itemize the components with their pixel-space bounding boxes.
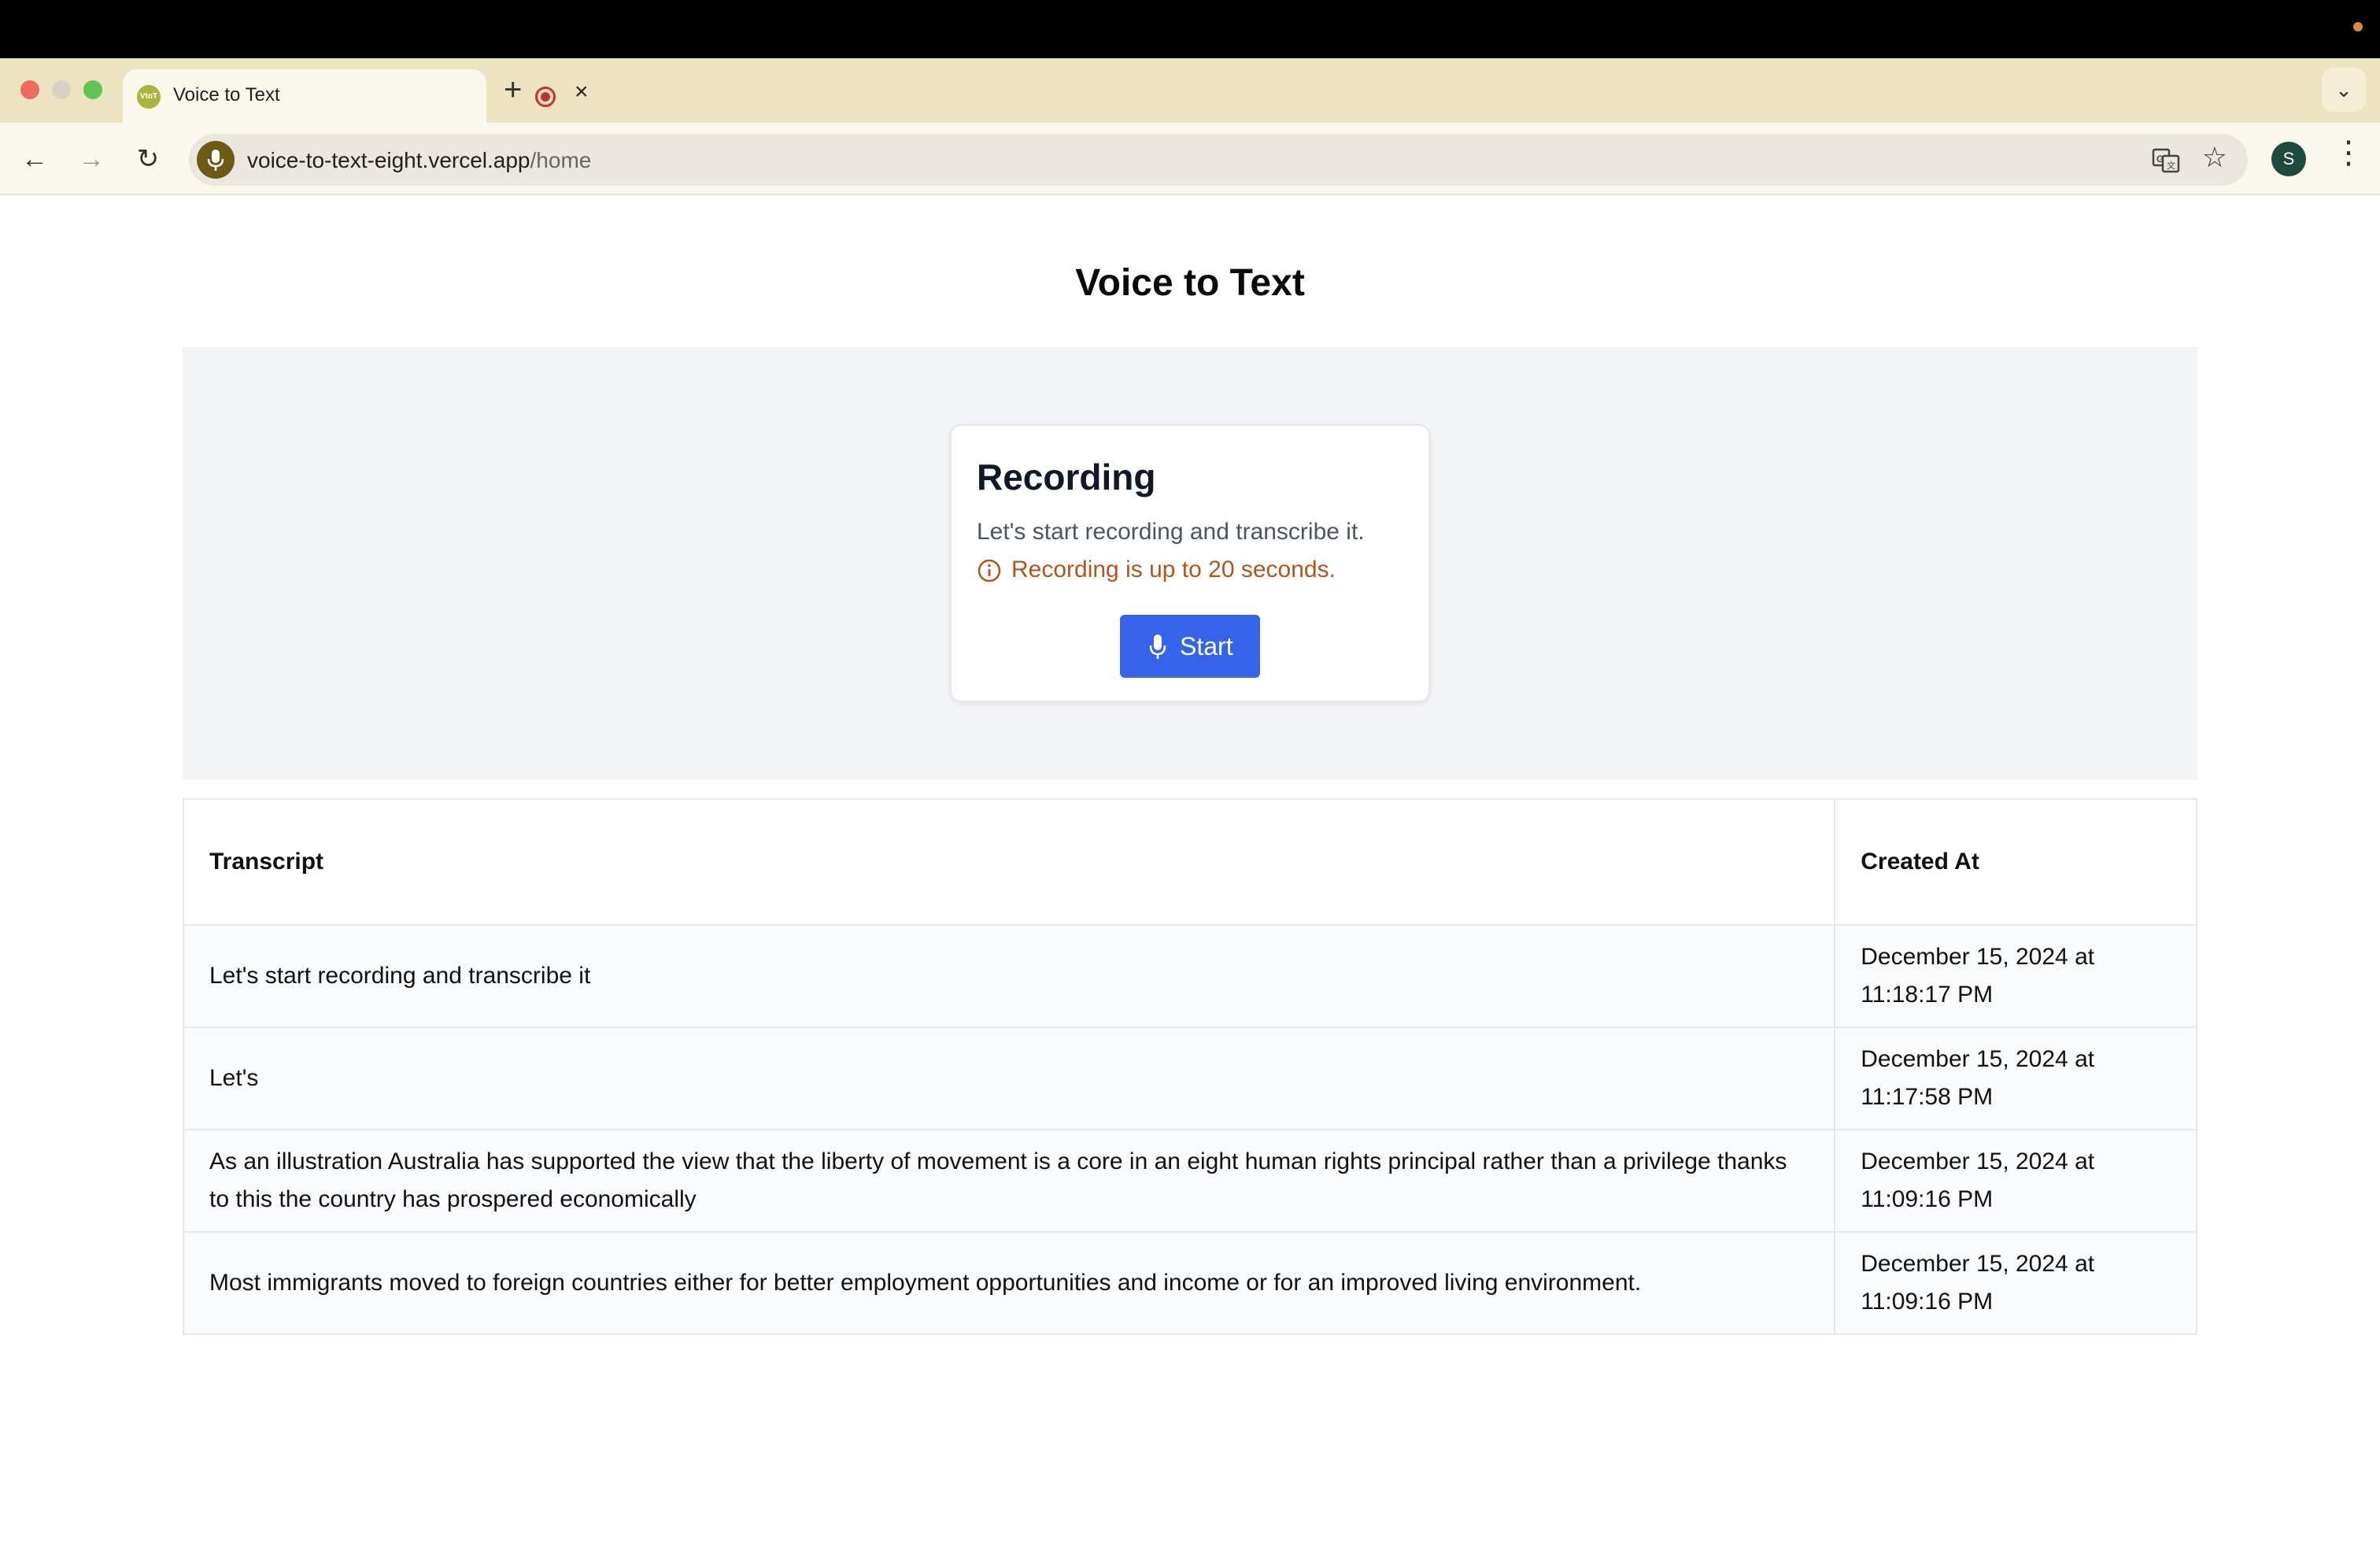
more-menu-icon[interactable]: ⋮	[2333, 137, 2364, 168]
created-at-cell: December 15, 2024 at 11:18:17 PM	[1834, 924, 2197, 1028]
table-row: As an illustration Australia has support…	[182, 1129, 2197, 1233]
recording-indicator-dot	[2353, 22, 2363, 31]
system-menubar	[0, 0, 2380, 58]
transcript-cell: Let's start recording and transcribe it	[182, 924, 1836, 1028]
info-icon	[978, 559, 1001, 583]
url-host: voice-to-text-eight.vercel.app	[247, 148, 530, 172]
start-recording-button[interactable]: Start	[1120, 615, 1260, 678]
created-time: 11:09:16 PM	[1861, 1186, 1994, 1212]
table-header-row: Transcript Created At	[182, 798, 2197, 926]
url-path: /home	[530, 148, 592, 172]
tab-strip: VtoT Voice to Text × + ⌄	[0, 58, 2380, 123]
new-tab-button[interactable]: +	[504, 74, 522, 105]
window-maximize-button[interactable]	[83, 80, 102, 99]
created-date: December 15, 2024 at	[1861, 1046, 2095, 1072]
card-description: Let's start recording and transcribe it.	[977, 519, 1365, 545]
start-button-label: Start	[1180, 632, 1233, 660]
tab-title: Voice to Text	[173, 84, 280, 105]
microphone-icon	[1149, 634, 1166, 659]
forward-arrow-icon[interactable]: →	[72, 140, 110, 178]
profile-avatar[interactable]: S	[2271, 142, 2306, 176]
svg-text:G: G	[2156, 153, 2164, 165]
page-title: Voice to Text	[1075, 262, 1305, 304]
tab-voice-to-text[interactable]: VtoT Voice to Text ×	[123, 69, 589, 123]
back-arrow-icon[interactable]: ←	[16, 140, 54, 178]
address-bar[interactable]: voice-to-text-eight.vercel.app/home G 文 …	[189, 134, 2248, 186]
recording-card: Recording Let's start recording and tran…	[950, 424, 1430, 702]
table-row: Let's start recording and transcribe it …	[182, 924, 2197, 1028]
site-favicon-icon: VtoT	[137, 85, 161, 109]
translate-icon[interactable]: G 文	[2152, 146, 2180, 175]
transcripts-table: Transcript Created At Let's start record…	[182, 798, 2197, 1335]
address-url[interactable]: voice-to-text-eight.vercel.app/home	[247, 148, 591, 173]
card-title: Recording	[977, 457, 1156, 497]
created-date: December 15, 2024 at	[1861, 1148, 2095, 1174]
header-transcript: Transcript	[182, 798, 1836, 926]
created-time: 11:17:58 PM	[1861, 1084, 1994, 1110]
created-date: December 15, 2024 at	[1861, 944, 2095, 970]
created-at-cell: December 15, 2024 at 11:09:16 PM	[1834, 1129, 2197, 1233]
tab-recording-icon	[535, 87, 556, 107]
created-at-cell: December 15, 2024 at 11:09:16 PM	[1834, 1231, 2197, 1335]
microphone-permission-icon[interactable]	[197, 141, 235, 179]
transcript-cell: Most immigrants moved to foreign countri…	[182, 1231, 1836, 1335]
created-date: December 15, 2024 at	[1861, 1251, 2095, 1277]
svg-text:文: 文	[2167, 160, 2175, 171]
recording-limit-note: Recording is up to 20 seconds.	[1011, 557, 1336, 583]
table-row: Most immigrants moved to foreign countri…	[182, 1231, 2197, 1335]
table-row: Let's December 15, 2024 at 11:17:58 PM	[182, 1026, 2197, 1130]
tab-search-chevron-icon[interactable]: ⌄	[2322, 68, 2366, 112]
reload-icon[interactable]: ↻	[129, 140, 167, 178]
created-at-cell: December 15, 2024 at 11:17:58 PM	[1834, 1026, 2197, 1130]
window-close-button[interactable]	[20, 80, 39, 99]
window-minimize-button[interactable]	[52, 80, 71, 99]
header-created-at: Created At	[1834, 798, 2197, 926]
transcript-cell: As an illustration Australia has support…	[182, 1129, 1836, 1233]
browser-toolbar: ← → ↻ voice-to-text-eight.vercel.app/hom…	[0, 123, 2380, 195]
tab-close-icon[interactable]: ×	[575, 80, 589, 104]
transcript-cell: Let's	[182, 1026, 1836, 1130]
created-time: 11:18:17 PM	[1861, 982, 1994, 1008]
created-time: 11:09:16 PM	[1861, 1289, 1994, 1315]
bookmark-star-icon[interactable]: ☆	[2202, 143, 2227, 172]
